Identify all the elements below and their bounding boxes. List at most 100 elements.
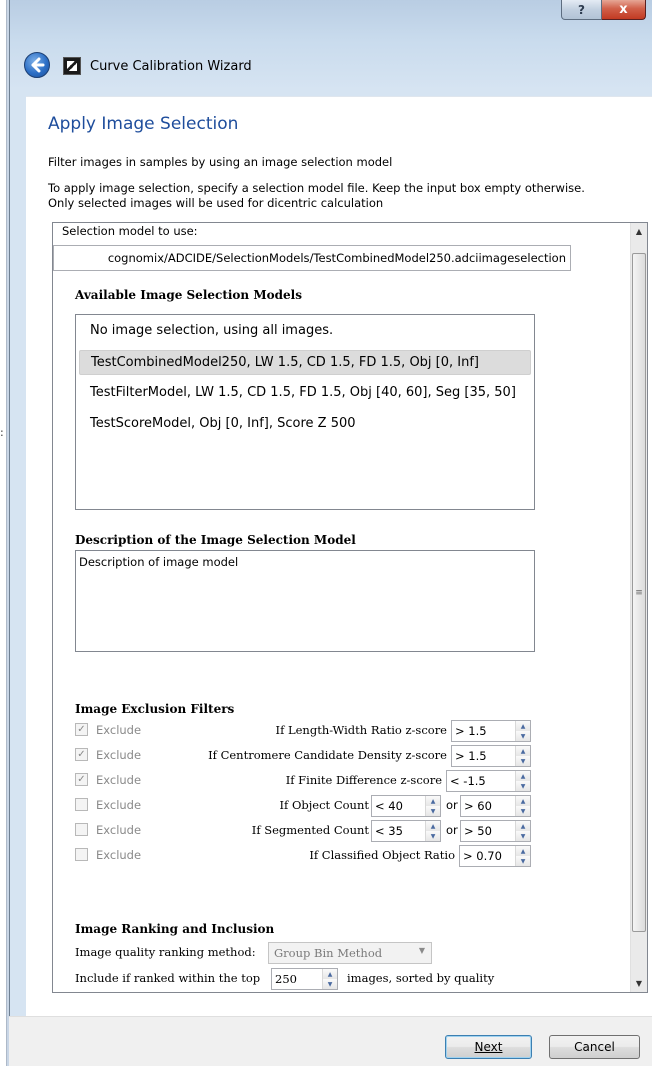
include-suffix-label: images, sorted by quality	[347, 971, 495, 985]
spin-buttons[interactable]: ▲ ▼	[515, 846, 530, 866]
spin-buttons[interactable]: ▲ ▼	[515, 796, 530, 816]
spin-down-icon[interactable]: ▼	[516, 731, 530, 741]
available-models-heading: Available Image Selection Models	[75, 288, 302, 302]
instructions-line-1: To apply image selection, specify a sele…	[48, 181, 585, 195]
window-frame-left	[0, 0, 9, 1066]
instructions-line-2: Only selected images will be used for di…	[48, 196, 384, 210]
spin-buttons[interactable]: ▲ ▼	[515, 721, 530, 741]
stray-text: :	[0, 426, 4, 439]
filter-max-spinbox[interactable]: > 60 ▲ ▼	[460, 795, 531, 817]
wizard-window: ? x Curve Calibration Wizard Apply Image…	[9, 0, 652, 1066]
filter-label: If Object Count	[279, 798, 370, 812]
filter-label: If Centromere Candidate Density z-score	[208, 748, 447, 762]
filter-min-value: < 40	[375, 799, 403, 813]
exclude-label: Exclude	[96, 823, 142, 837]
ranking-method-combo[interactable]: Group Bin Method ▼	[268, 942, 432, 964]
settings-scroll-area[interactable]: Selection model to use: cognomix/ADCIDE/…	[52, 222, 648, 993]
back-arrow-icon	[31, 57, 45, 73]
filter-min-spinbox[interactable]: < 35 ▲ ▼	[371, 820, 441, 842]
spin-up-icon[interactable]: ▲	[516, 721, 530, 731]
spin-buttons[interactable]: ▲ ▼	[425, 796, 440, 816]
filter-value: > 0.70	[463, 849, 502, 863]
spin-buttons[interactable]: ▲ ▼	[322, 969, 337, 989]
intro-text: Filter images in samples by using an ima…	[48, 155, 393, 169]
help-button[interactable]: ?	[561, 0, 602, 20]
exclude-label: Exclude	[96, 848, 142, 862]
ranking-heading: Image Ranking and Inclusion	[75, 922, 275, 936]
filter-max-value: > 50	[464, 824, 492, 838]
vertical-scrollbar[interactable]: ▲ ≡ ▼	[630, 223, 647, 992]
chevron-down-icon: ▼	[418, 946, 425, 955]
selection-model-label: Selection model to use:	[62, 224, 198, 238]
filter-min-value: < 35	[375, 824, 403, 838]
top-count-value: 250	[275, 972, 297, 986]
spin-up-icon[interactable]: ▲	[516, 771, 530, 781]
spin-up-icon[interactable]: ▲	[516, 821, 530, 831]
exclude-checkbox[interactable]	[75, 798, 88, 811]
selection-model-input[interactable]: cognomix/ADCIDE/SelectionModels/TestComb…	[53, 245, 571, 271]
next-button[interactable]: Next	[445, 1035, 532, 1059]
spin-down-icon[interactable]: ▼	[516, 781, 530, 791]
exclusion-filters-heading: Image Exclusion Filters	[75, 702, 235, 716]
spin-buttons[interactable]: ▲ ▼	[425, 821, 440, 841]
ranking-method-value: Group Bin Method	[274, 946, 383, 960]
models-list[interactable]: No image selection, using all images. Te…	[75, 314, 535, 510]
spin-up-icon[interactable]: ▲	[516, 796, 530, 806]
or-label: or	[446, 798, 458, 812]
filter-label: If Segmented Count	[251, 823, 369, 837]
spin-down-icon[interactable]: ▼	[323, 979, 337, 989]
spin-down-icon[interactable]: ▼	[516, 856, 530, 866]
page-title: Apply Image Selection	[48, 114, 239, 134]
top-count-spinbox[interactable]: 250 ▲ ▼	[271, 968, 338, 990]
filter-label: If Finite Difference z-score	[285, 773, 442, 787]
filter-max-spinbox[interactable]: > 50 ▲ ▼	[460, 820, 531, 842]
cancel-button[interactable]: Cancel	[549, 1035, 640, 1059]
spin-down-icon[interactable]: ▼	[516, 806, 530, 816]
filter-label: If Classified Object Ratio	[309, 848, 455, 862]
description-box: Description of image model	[75, 550, 535, 652]
ranking-method-row: Image quality ranking method: Group Bin …	[75, 942, 495, 964]
spin-buttons[interactable]: ▲ ▼	[515, 746, 530, 766]
exclude-checkbox[interactable]: ✓	[75, 723, 88, 736]
spin-up-icon[interactable]: ▲	[426, 796, 440, 806]
content-panel: Apply Image Selection Filter images in s…	[26, 96, 652, 1016]
exclude-label: Exclude	[96, 723, 142, 737]
spin-down-icon[interactable]: ▼	[426, 831, 440, 841]
scroll-up-arrow-icon[interactable]: ▲	[631, 223, 647, 240]
spin-up-icon[interactable]: ▲	[323, 969, 337, 979]
spin-up-icon[interactable]: ▲	[516, 746, 530, 756]
filter-row-centromere: ✓ Exclude If Centromere Candidate Densit…	[53, 745, 613, 767]
wizard-title: Curve Calibration Wizard	[90, 59, 252, 74]
exclude-checkbox[interactable]	[75, 823, 88, 836]
filter-row-classified-ratio: Exclude If Classified Object Ratio > 0.7…	[53, 845, 613, 867]
filter-value-spinbox[interactable]: > 1.5 ▲ ▼	[451, 720, 531, 742]
filter-value-spinbox[interactable]: > 1.5 ▲ ▼	[451, 745, 531, 767]
models-list-item-selected[interactable]: TestCombinedModel250, LW 1.5, CD 1.5, FD…	[79, 350, 531, 375]
exclude-label: Exclude	[96, 773, 142, 787]
spin-up-icon[interactable]: ▲	[426, 821, 440, 831]
filter-max-value: > 60	[464, 799, 492, 813]
spin-down-icon[interactable]: ▼	[426, 806, 440, 816]
exclude-checkbox[interactable]: ✓	[75, 748, 88, 761]
spin-up-icon[interactable]: ▲	[516, 846, 530, 856]
app-icon	[63, 57, 81, 75]
filter-row-object-count: Exclude If Object Count < 40 ▲ ▼ or > 60 …	[53, 795, 613, 817]
close-button[interactable]: x	[602, 0, 646, 20]
scroll-down-arrow-icon[interactable]: ▼	[631, 975, 647, 992]
exclude-checkbox[interactable]: ✓	[75, 773, 88, 786]
spin-buttons[interactable]: ▲ ▼	[515, 821, 530, 841]
scroll-thumb[interactable]: ≡	[632, 253, 646, 932]
include-top-row: Include if ranked within the top 250 ▲ ▼ …	[75, 968, 535, 990]
filter-value: > 1.5	[455, 724, 487, 738]
models-list-item[interactable]: No image selection, using all images.	[79, 319, 531, 344]
spin-down-icon[interactable]: ▼	[516, 831, 530, 841]
filter-min-spinbox[interactable]: < 40 ▲ ▼	[371, 795, 441, 817]
filter-value-spinbox[interactable]: < -1.5 ▲ ▼	[446, 770, 531, 792]
models-list-item[interactable]: TestScoreModel, Obj [0, Inf], Score Z 50…	[79, 412, 531, 437]
exclude-checkbox[interactable]	[75, 848, 88, 861]
models-list-item[interactable]: TestFilterModel, LW 1.5, CD 1.5, FD 1.5,…	[79, 381, 531, 406]
spin-down-icon[interactable]: ▼	[516, 756, 530, 766]
back-button[interactable]	[24, 52, 50, 78]
filter-value-spinbox[interactable]: > 0.70 ▲ ▼	[459, 845, 531, 867]
spin-buttons[interactable]: ▲ ▼	[515, 771, 530, 791]
